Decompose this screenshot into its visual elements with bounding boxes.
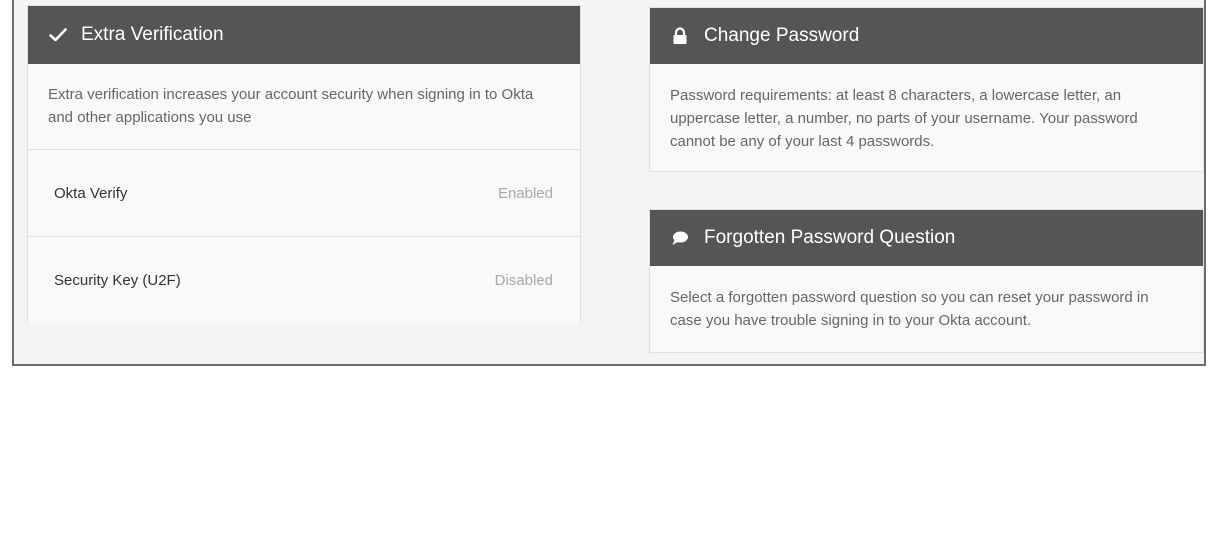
- change-password-title: Change Password: [704, 25, 860, 46]
- extra-verification-header: Extra Verification: [28, 6, 580, 64]
- extra-verification-panel: Extra Verification Extra verification in…: [27, 5, 581, 324]
- factor-name: Okta Verify: [54, 184, 128, 202]
- forgotten-question-description: Select a forgotten password question so …: [650, 266, 1203, 350]
- forgotten-question-title: Forgotten Password Question: [704, 227, 956, 248]
- checkmark-icon: [49, 28, 67, 42]
- factor-status: Disabled: [494, 272, 553, 289]
- forgotten-question-panel: Forgotten Password Question Select a for…: [649, 209, 1204, 353]
- factor-row-okta-verify[interactable]: Okta Verify Enabled: [28, 150, 580, 237]
- extra-verification-title: Extra Verification: [81, 24, 224, 45]
- lock-icon: [670, 27, 690, 45]
- change-password-description: Password requirements: at least 8 charac…: [650, 64, 1203, 171]
- factor-name: Security Key (U2F): [54, 272, 181, 289]
- speech-bubble-icon: [670, 230, 690, 246]
- change-password-panel: Change Password Password requirements: a…: [649, 7, 1204, 172]
- forgotten-question-header[interactable]: Forgotten Password Question: [650, 210, 1203, 266]
- factor-row-security-key[interactable]: Security Key (U2F) Disabled: [28, 237, 580, 324]
- extra-verification-description: Extra verification increases your accoun…: [28, 64, 580, 150]
- factor-status: Enabled: [497, 184, 553, 202]
- change-password-header[interactable]: Change Password: [650, 8, 1203, 64]
